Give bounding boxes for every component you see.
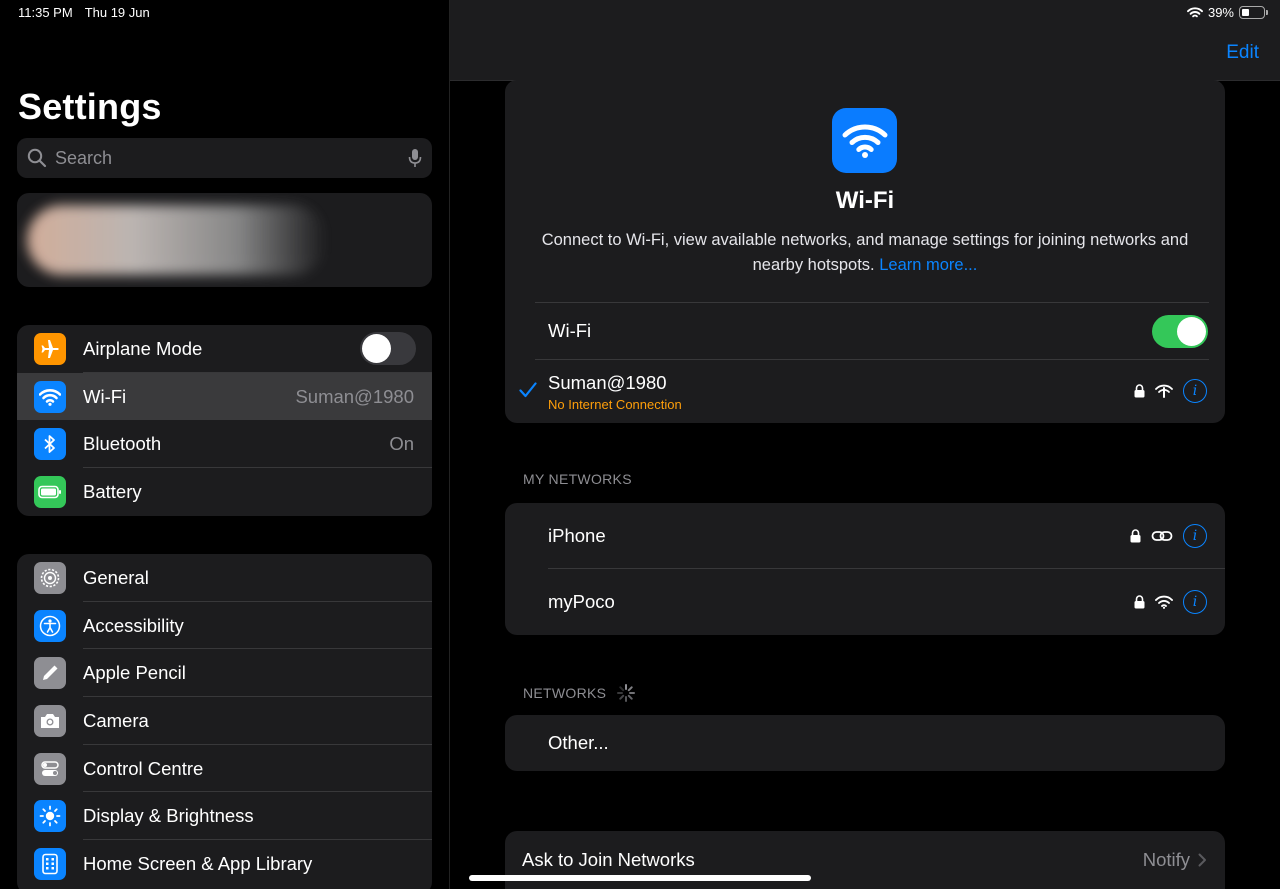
network-row-iphone[interactable]: iPhone i <box>505 503 1225 569</box>
sidebar-item-label: Apple Pencil <box>83 662 186 684</box>
battery-percent: 39% <box>1207 5 1234 20</box>
status-bar-left-overlay: 11:35 PM Thu 19 Jun <box>18 5 150 20</box>
learn-more-link[interactable]: Learn more... <box>879 256 977 274</box>
wifi-hero-card: Wi-Fi Connect to Wi-Fi, view available n… <box>505 80 1225 423</box>
lock-icon <box>1134 384 1145 398</box>
accessibility-icon <box>34 609 66 642</box>
hero-title: Wi-Fi <box>835 187 895 214</box>
network-status: No Internet Connection <box>548 397 682 412</box>
wifi-toggle-row: Wi-Fi <box>505 303 1225 359</box>
network-name: iPhone <box>548 525 606 546</box>
sidebar-item-label: Airplane Mode <box>83 337 203 359</box>
battery-status-icon <box>1239 6 1268 19</box>
connected-network-row[interactable]: Suman@1980 No Internet Connection i <box>505 360 1225 423</box>
other-network-label: Other... <box>548 732 609 753</box>
ask-to-join-value: Notify <box>1142 849 1190 870</box>
lock-icon <box>1134 595 1145 609</box>
sidebar-item-bluetooth[interactable]: Bluetooth On <box>17 420 432 468</box>
info-button[interactable]: i <box>1183 379 1207 403</box>
battery-icon <box>34 475 66 508</box>
sidebar-item-airplane-mode[interactable]: Airplane Mode <box>17 325 432 373</box>
networks-header-label: NETWORKS <box>523 685 607 701</box>
sidebar-item-label: Bluetooth <box>83 433 162 455</box>
sidebar-item-label: Battery <box>83 480 142 502</box>
sidebar-item-label: Accessibility <box>83 614 184 636</box>
wifi-no-internet-icon <box>1155 384 1173 398</box>
gear-icon <box>34 561 66 594</box>
home-screen-icon <box>34 847 66 880</box>
sidebar-item-label: Camera <box>83 709 149 731</box>
checkmark-icon <box>519 382 537 398</box>
network-icons: i <box>1134 590 1207 614</box>
blurred-profile <box>27 205 327 275</box>
sidebar-item-label: Control Centre <box>83 757 204 779</box>
ask-to-join-label: Ask to Join Networks <box>522 849 695 870</box>
sidebar-item-value: Suman@1980 <box>295 385 414 407</box>
bluetooth-icon <box>34 428 66 461</box>
camera-icon <box>34 704 66 737</box>
sidebar-item-wifi[interactable]: Wi-Fi Suman@1980 <box>17 372 432 421</box>
nav-bar: 39% Edit <box>450 0 1280 81</box>
home-indicator[interactable] <box>469 875 811 881</box>
pencil-icon <box>34 657 66 690</box>
brightness-icon <box>34 800 66 833</box>
network-name: myPoco <box>548 591 615 612</box>
sidebar-item-label: Display & Brightness <box>83 805 254 827</box>
airplane-mode-toggle[interactable] <box>360 332 416 366</box>
sidebar-item-label: Home Screen & App Library <box>83 852 313 874</box>
loading-spinner-icon <box>617 684 636 702</box>
general-group: General Accessibility Apple Pencil Camer… <box>17 554 432 889</box>
connectivity-group: Airplane Mode Wi-Fi Suman@1980 Bluetooth… <box>17 325 432 516</box>
sidebar-item-camera[interactable]: Camera <box>17 697 432 745</box>
wifi-detail-pane: 39% Edit Wi-Fi Connect to Wi-Fi, view av… <box>449 0 1280 889</box>
page-title: Settings <box>18 86 162 127</box>
network-icons: i <box>1130 524 1207 548</box>
search-input[interactable]: Search <box>55 148 408 169</box>
sidebar-item-accessibility[interactable]: Accessibility <box>17 602 432 650</box>
sidebar-item-battery[interactable]: Battery <box>17 468 432 516</box>
status-bar-right: 39% <box>1187 5 1268 20</box>
my-networks-header: MY NETWORKS <box>523 471 632 487</box>
sidebar: 11:35 PM Thu 19 Jun Settings Search Airp… <box>0 0 449 889</box>
network-row-mypoco[interactable]: myPoco i <box>505 569 1225 635</box>
network-icons: i <box>1134 379 1207 403</box>
sidebar-item-general[interactable]: General <box>17 554 432 602</box>
other-network-row[interactable]: Other... <box>505 715 1225 771</box>
status-time: 11:35 PM <box>18 5 73 20</box>
hero-description: Connect to Wi-Fi, view available network… <box>535 228 1195 278</box>
wifi-icon <box>34 380 66 413</box>
wifi-signal-icon <box>1155 595 1173 609</box>
search-bar[interactable]: Search <box>17 138 432 178</box>
sidebar-item-value: On <box>389 433 414 455</box>
wifi-toggle[interactable] <box>1152 314 1208 348</box>
wifi-hero-icon <box>832 108 897 173</box>
my-networks-card: iPhone i myPoco i <box>505 503 1225 635</box>
search-icon <box>27 148 47 168</box>
ask-to-join-value-group: Notify <box>1143 849 1207 871</box>
hero-description-text: Connect to Wi-Fi, view available network… <box>541 231 1189 274</box>
airplane-icon <box>34 332 66 365</box>
sidebar-item-label: General <box>83 566 149 588</box>
network-name: Suman@1980 <box>548 372 667 393</box>
wifi-toggle-label: Wi-Fi <box>548 320 592 341</box>
control-centre-icon <box>34 752 66 785</box>
hotspot-link-icon <box>1151 531 1173 541</box>
status-wifi-icon <box>1187 6 1203 17</box>
sidebar-item-home-screen[interactable]: Home Screen & App Library <box>17 840 432 888</box>
status-date: Thu 19 Jun <box>84 5 150 20</box>
info-button[interactable]: i <box>1183 524 1207 548</box>
networks-header: NETWORKS <box>523 683 636 703</box>
info-button[interactable]: i <box>1183 590 1207 614</box>
sidebar-item-display-brightness[interactable]: Display & Brightness <box>17 792 432 840</box>
other-network-card: Other... <box>505 715 1225 771</box>
sidebar-item-apple-pencil[interactable]: Apple Pencil <box>17 649 432 697</box>
microphone-icon[interactable] <box>408 148 422 168</box>
chevron-right-icon <box>1198 853 1206 867</box>
sidebar-item-control-centre[interactable]: Control Centre <box>17 745 432 793</box>
apple-account-card[interactable] <box>17 193 432 287</box>
lock-icon <box>1130 529 1141 543</box>
sidebar-item-label: Wi-Fi <box>83 385 127 407</box>
edit-button[interactable]: Edit <box>1226 42 1259 64</box>
